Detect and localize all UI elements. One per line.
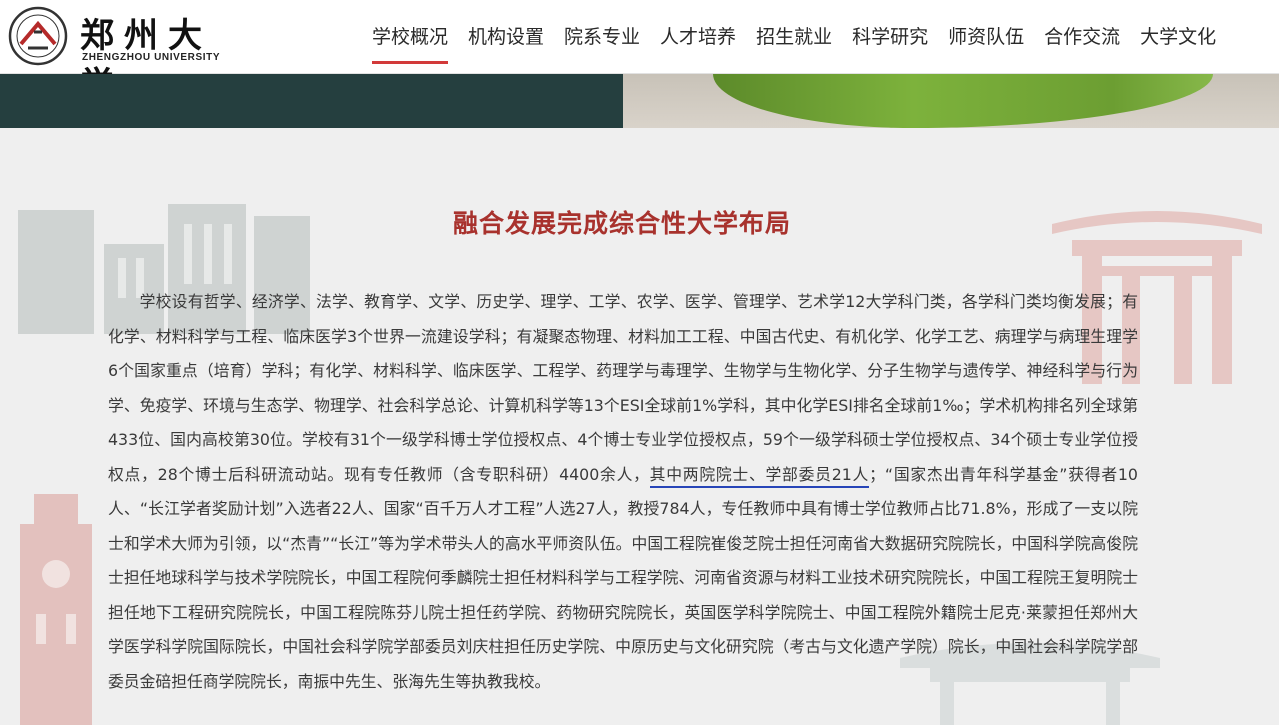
nav-item-faculty[interactable]: 师资队伍 bbox=[938, 0, 1034, 74]
article-title: 融合发展完成综合性大学布局 bbox=[452, 209, 791, 238]
university-logo[interactable]: 郑州大学 ZHENGZHOU UNIVERSITY bbox=[8, 6, 248, 105]
nav-item-organization[interactable]: 机构设置 bbox=[458, 0, 554, 74]
campus-photo bbox=[623, 74, 1279, 128]
article-text-continued: ；“国家杰出青年科学基金”获得者10人、“长江学者奖励计划”入选者22人、国家“… bbox=[108, 464, 1138, 691]
article-text-intro: 学校设有哲学、经济学、法学、教育学、文学、历史学、理学、工学、农学、医学、管理学… bbox=[108, 292, 1138, 484]
university-seal-icon bbox=[8, 6, 68, 66]
nav-item-cooperation[interactable]: 合作交流 bbox=[1034, 0, 1130, 74]
hero-banner bbox=[0, 74, 1279, 128]
tower-silhouette-left bbox=[20, 494, 92, 725]
nav-item-departments[interactable]: 院系专业 bbox=[554, 0, 650, 74]
nav-item-overview[interactable]: 学校概况 bbox=[362, 0, 458, 74]
nav-item-research[interactable]: 科学研究 bbox=[842, 0, 938, 74]
main-nav: 学校概况 机构设置 院系专业 人才培养 招生就业 科学研究 师资队伍 合作交流 … bbox=[362, 0, 1226, 74]
nav-item-education[interactable]: 人才培养 bbox=[650, 0, 746, 74]
nav-item-culture[interactable]: 大学文化 bbox=[1130, 0, 1226, 74]
logo-english-name: ZHENGZHOU UNIVERSITY bbox=[82, 52, 221, 63]
lawn-image bbox=[713, 74, 1213, 128]
site-header: 郑州大学 ZHENGZHOU UNIVERSITY 学校概况 机构设置 院系专业… bbox=[0, 0, 1279, 105]
article-body: 学校设有哲学、经济学、法学、教育学、文学、历史学、理学、工学、农学、医学、管理学… bbox=[108, 285, 1138, 699]
highlighted-academician-count: 其中两院院士、学部委员21人 bbox=[649, 464, 870, 488]
nav-item-admissions[interactable]: 招生就业 bbox=[746, 0, 842, 74]
article-section: 融合发展完成综合性大学布局 学校设有哲学、经济学、法学、教育学、文学、历史学、理… bbox=[0, 128, 1279, 725]
